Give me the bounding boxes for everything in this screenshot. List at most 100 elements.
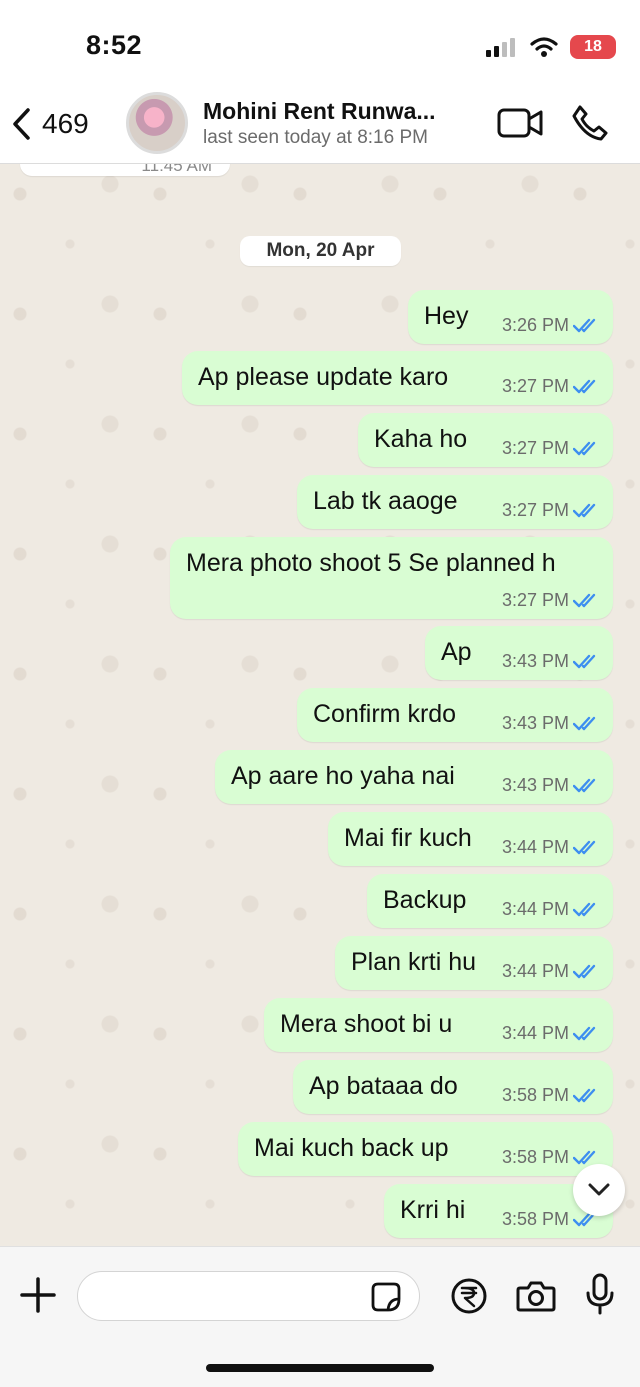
message-text: Lab tk aaoge <box>313 487 458 515</box>
contact-name[interactable]: Mohini Rent Runwa... <box>203 98 436 125</box>
outgoing-message[interactable]: Mai fir kuch 3:44 PM <box>328 812 613 866</box>
partial-incoming-message: 11:45 AM <box>20 164 230 176</box>
last-seen-status: last seen today at 8:16 PM <box>203 127 428 148</box>
message-time: 3:43 PM <box>501 775 569 795</box>
outgoing-message[interactable]: Mera photo shoot 5 Se planned h 3:27 PM <box>170 537 613 619</box>
microphone-icon <box>586 1273 614 1315</box>
message-time: 3:26 PM <box>501 315 569 335</box>
message-time: 3:27 PM <box>501 500 569 520</box>
message-text: Mera shoot bi u <box>280 1010 453 1038</box>
outgoing-message[interactable]: Ap aare ho yaha nai 3:43 PM <box>215 750 613 804</box>
voice-call-button[interactable] <box>571 104 609 147</box>
message-text: Confirm krdo <box>313 700 457 728</box>
message-text: Ap <box>441 638 472 666</box>
message-text: Mai fir kuch <box>344 824 472 852</box>
outgoing-message[interactable]: Mera shoot bi u 3:44 PM <box>264 998 613 1052</box>
video-call-button[interactable] <box>497 106 543 145</box>
message-meta: 3:43 PM <box>502 651 599 672</box>
status-icons: 18 <box>486 32 616 62</box>
wifi-icon <box>530 37 558 57</box>
double-check-read-icon <box>573 840 596 854</box>
battery-icon: 18 <box>570 35 616 59</box>
outgoing-message[interactable]: Ap please update karo 3:27 PM <box>182 351 613 405</box>
message-time: 3:43 PM <box>501 651 569 671</box>
voice-message-button[interactable] <box>585 1273 615 1320</box>
message-text: Ap please update karo <box>198 363 449 391</box>
outgoing-message[interactable]: Ap bataaa do 3:58 PM <box>293 1060 613 1114</box>
message-meta: 3:58 PM <box>502 1085 599 1106</box>
outgoing-message[interactable]: Confirm krdo 3:43 PM <box>297 688 613 742</box>
camera-button[interactable] <box>516 1279 556 1318</box>
double-check-read-icon <box>573 778 596 792</box>
message-text: Backup <box>383 886 467 914</box>
outgoing-message[interactable]: Ap 3:43 PM <box>425 626 613 680</box>
rupee-icon <box>451 1278 487 1314</box>
message-time: 3:27 PM <box>501 438 569 458</box>
signal-icon <box>486 38 515 57</box>
plus-icon <box>20 1277 56 1313</box>
battery-level: 18 <box>570 35 616 59</box>
double-check-read-icon <box>573 1150 596 1164</box>
message-text: Kaha ho <box>374 425 468 453</box>
message-time: 3:27 PM <box>501 376 569 396</box>
message-meta: 3:44 PM <box>502 837 599 858</box>
double-check-read-icon <box>573 318 596 332</box>
double-check-read-icon <box>573 379 596 393</box>
status-time: 8:52 <box>86 30 143 60</box>
camera-icon <box>516 1281 556 1312</box>
outgoing-message[interactable]: Plan krti hu 3:44 PM <box>335 936 613 990</box>
message-list[interactable]: 11:45 AM Mon, 20 Apr Hey 3:26 PM Ap please… <box>0 164 640 1246</box>
message-meta: 3:27 PM <box>502 376 599 397</box>
attach-button[interactable] <box>18 1275 58 1320</box>
chevron-left-icon <box>13 108 30 140</box>
message-text: Mai kuch back up <box>254 1134 449 1162</box>
message-time: 3:44 PM <box>501 899 569 919</box>
home-indicator <box>206 1364 434 1372</box>
message-text: Krri hi <box>400 1196 466 1224</box>
status-bar: 8:52 18 <box>0 0 640 92</box>
outgoing-message[interactable]: Mai kuch back up 3:58 PM <box>238 1122 613 1176</box>
double-check-read-icon <box>573 593 596 607</box>
message-time: 3:44 PM <box>501 1023 569 1043</box>
message-text: Ap bataaa do <box>309 1072 458 1100</box>
chat-header: 469 Mohini Rent Runwa... last seen today… <box>0 92 640 164</box>
back-button[interactable]: 469 <box>10 102 89 146</box>
outgoing-message[interactable]: Kaha ho 3:27 PM <box>358 413 613 467</box>
message-meta: 3:26 PM <box>502 315 599 336</box>
scroll-to-bottom-button[interactable] <box>573 1164 625 1216</box>
message-time: 3:27 PM <box>501 590 569 610</box>
message-text: Mera photo shoot 5 Se planned h <box>186 549 556 577</box>
message-meta: 3:27 PM <box>502 590 599 611</box>
message-time: 3:44 PM <box>501 961 569 981</box>
message-input[interactable] <box>77 1271 420 1321</box>
message-text: Ap aare ho yaha nai <box>231 762 455 790</box>
double-check-read-icon <box>573 1088 596 1102</box>
outgoing-message[interactable]: Backup 3:44 PM <box>367 874 613 928</box>
double-check-read-icon <box>573 503 596 517</box>
payment-button[interactable] <box>450 1277 488 1320</box>
double-check-read-icon <box>573 654 596 668</box>
outgoing-message[interactable]: Hey 3:26 PM <box>408 290 613 344</box>
message-meta: 3:27 PM <box>502 500 599 521</box>
double-check-read-icon <box>573 441 596 455</box>
message-meta: 3:27 PM <box>502 438 599 459</box>
double-check-read-icon <box>573 964 596 978</box>
double-check-read-icon <box>573 1026 596 1040</box>
sticker-button[interactable] <box>370 1281 402 1318</box>
message-time: 3:58 PM <box>501 1147 569 1167</box>
chevron-down-icon <box>588 1183 610 1196</box>
double-check-read-icon <box>573 902 596 916</box>
outgoing-message[interactable]: Lab tk aaoge 3:27 PM <box>297 475 613 529</box>
message-meta: 3:43 PM <box>502 775 599 796</box>
message-meta: 3:44 PM <box>502 961 599 982</box>
message-text: Hey <box>424 302 469 330</box>
message-time: 3:43 PM <box>501 713 569 733</box>
sticker-icon <box>371 1282 401 1312</box>
date-separator: Mon, 20 Apr <box>240 236 401 266</box>
message-time: 3:58 PM <box>501 1085 569 1105</box>
avatar[interactable] <box>126 92 188 154</box>
unread-count: 469 <box>42 108 89 139</box>
message-time: 11:45 AM <box>141 164 212 175</box>
message-meta: 3:44 PM <box>502 1023 599 1044</box>
message-meta: 3:44 PM <box>502 899 599 920</box>
